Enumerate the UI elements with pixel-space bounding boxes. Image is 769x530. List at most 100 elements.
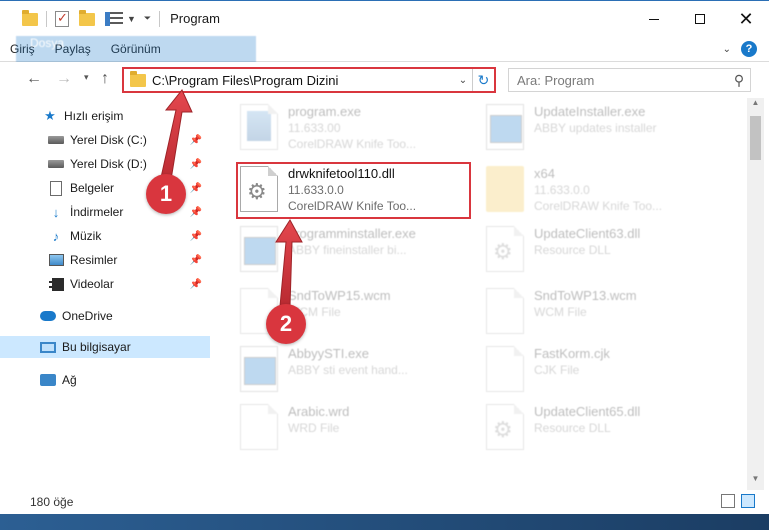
this-pc-icon: [40, 341, 56, 353]
close-icon: ✕: [738, 9, 754, 29]
pictures-icon: [48, 254, 64, 266]
dll-file-icon: [486, 226, 524, 272]
network-icon: [40, 374, 56, 386]
address-dropdown-icon[interactable]: ⌄: [454, 75, 472, 86]
sidebar-item-local-disk-c[interactable]: Yerel Disk (C:) 📌: [0, 129, 210, 151]
refresh-icon[interactable]: ↻: [472, 69, 494, 91]
file-item[interactable]: Arabic.wrd WRD File: [240, 404, 480, 456]
sidebar-item-local-disk-d[interactable]: Yerel Disk (D:) 📌: [0, 153, 210, 175]
window-controls: ✕: [631, 1, 769, 37]
expand-ribbon-icon[interactable]: ⌄: [723, 44, 731, 55]
properties-icon[interactable]: [55, 10, 69, 27]
app-file-icon: [486, 104, 524, 150]
help-icon[interactable]: ?: [741, 41, 757, 57]
ribbon-tabs: Dosya Giriş Paylaş Görünüm ⌄ ?: [0, 36, 769, 88]
minimize-icon: [649, 18, 659, 20]
pin-icon[interactable]: 📌: [190, 207, 202, 218]
minimize-button[interactable]: [631, 1, 677, 37]
sidebar-item-label: İndirmeler: [70, 205, 124, 219]
file-list: program.exe 11.633.00 CorelDRAW Knife Too.…: [210, 98, 747, 490]
pin-icon[interactable]: 📌: [190, 135, 202, 146]
navigation-pane: ★ Hızlı erişim Yerel Disk (C:) 📌 Yerel D…: [0, 98, 210, 490]
document-file-icon: [240, 404, 278, 450]
sidebar-item-label: Ağ: [62, 373, 77, 387]
scroll-down-icon[interactable]: ▼: [747, 474, 764, 490]
pin-icon[interactable]: 📌: [190, 183, 202, 194]
file-item[interactable]: programminstaller.exe ABBY fineinstaller …: [240, 226, 480, 278]
sidebar-item-label: Yerel Disk (D:): [70, 157, 147, 171]
navigation-bar: ← → ▾ ↑ C:\Program Files\Program Dizini …: [0, 62, 769, 96]
sidebar-item-label: Belgeler: [70, 181, 115, 195]
file-item[interactable]: program.exe 11.633.00 CorelDRAW Knife Too.…: [240, 104, 480, 156]
pin-icon[interactable]: 📌: [190, 255, 202, 266]
sidebar-item-label: Müzik: [70, 229, 102, 243]
downloads-icon: ↓: [52, 204, 60, 220]
sidebar-item-quick-access[interactable]: ★ Hızlı erişim: [0, 105, 210, 127]
step-badge-2: 2: [266, 304, 306, 344]
up-arrow-icon[interactable]: ↑: [101, 70, 109, 88]
customize-icon[interactable]: [105, 11, 123, 26]
details-view-icon[interactable]: [721, 494, 735, 508]
sidebar-item-label: Yerel Disk (C:): [70, 133, 147, 147]
sidebar-item-label: Hızlı erişim: [64, 109, 124, 123]
folder-icon: [486, 166, 524, 212]
taskbar-strip: [0, 514, 769, 530]
search-icon[interactable]: ⚲: [728, 72, 750, 89]
file-item[interactable]: UpdateClient65.dllResource DLL: [486, 404, 726, 456]
maximize-button[interactable]: [677, 1, 723, 37]
music-icon: ♪: [52, 228, 60, 244]
sidebar-item-label: Bu bilgisayar: [62, 340, 131, 354]
sidebar-item-label: Videolar: [70, 277, 114, 291]
sidebar-item-onedrive[interactable]: OneDrive: [0, 305, 210, 327]
step-badge-1: 1: [146, 174, 186, 214]
document-file-icon: [486, 288, 524, 334]
app-file-icon: [240, 346, 278, 392]
file-item[interactable]: x64 11.633.0.0 CorelDRAW Knife Too...: [486, 166, 726, 218]
videos-icon: [48, 277, 64, 291]
item-count: 180 öğe: [30, 495, 74, 509]
file-item[interactable]: FastKorm.cjk CJK File: [486, 346, 726, 398]
search-box[interactable]: Ara: Program ⚲: [508, 68, 751, 92]
chevron-down-icon[interactable]: ▼: [127, 14, 136, 24]
pin-icon[interactable]: 📌: [190, 159, 202, 170]
sidebar-item-this-pc[interactable]: Bu bilgisayar: [0, 336, 210, 358]
onedrive-icon: [40, 311, 56, 321]
file-item[interactable]: AbbyySTI.exe ABBY sti event hand...: [240, 346, 480, 398]
file-item[interactable]: UpdateClient63.dllResource DLL: [486, 226, 726, 278]
title-bar: ▼ ⏷ Program ✕: [0, 0, 769, 36]
maximize-icon: [695, 14, 705, 24]
pin-icon[interactable]: 📌: [190, 279, 202, 290]
close-button[interactable]: ✕: [723, 1, 769, 37]
forward-arrow-icon[interactable]: →: [56, 70, 72, 88]
app-file-icon: [240, 226, 278, 272]
sidebar-item-label: Resimler: [70, 253, 118, 267]
exe-file-icon: [240, 104, 278, 150]
dll-file-icon: [486, 404, 524, 450]
file-item[interactable]: SndToWP13.wcm WCM File: [486, 288, 726, 340]
file-item[interactable]: UpdateInstaller.exe ABBY updates installe…: [486, 104, 726, 156]
sidebar-item-pictures[interactable]: Resimler 📌: [0, 249, 210, 271]
scroll-up-icon[interactable]: ▲: [747, 98, 764, 114]
quick-access-toolbar: ▼ ⏷: [0, 10, 164, 27]
drive-icon: [48, 160, 64, 168]
status-bar: 180 öğe: [0, 490, 769, 514]
new-folder-icon[interactable]: [79, 10, 95, 26]
recent-locations-icon[interactable]: ▾: [84, 72, 89, 83]
file-highlight-box: [236, 162, 471, 219]
scrollbar-thumb[interactable]: [750, 116, 761, 160]
sidebar-item-music[interactable]: ♪ Müzik 📌: [0, 225, 210, 247]
window-title: Program: [170, 11, 220, 26]
folder-icon: [22, 10, 38, 26]
address-bar[interactable]: C:\Program Files\Program Dizini ⌄ ↻: [122, 67, 496, 93]
sidebar-item-label: OneDrive: [62, 309, 113, 323]
sidebar-item-videos[interactable]: Videolar 📌: [0, 273, 210, 295]
back-arrow-icon[interactable]: ←: [26, 70, 42, 88]
pin-icon[interactable]: 📌: [190, 231, 202, 242]
star-icon: ★: [44, 108, 56, 123]
vertical-scrollbar[interactable]: ▲ ▼: [747, 98, 764, 490]
qat-dropdown-icon[interactable]: ⏷: [144, 13, 151, 24]
address-path[interactable]: C:\Program Files\Program Dizini: [152, 73, 454, 88]
sidebar-item-network[interactable]: Ağ: [0, 369, 210, 391]
large-icons-view-icon[interactable]: [741, 494, 755, 508]
search-input[interactable]: Ara: Program: [517, 73, 728, 88]
